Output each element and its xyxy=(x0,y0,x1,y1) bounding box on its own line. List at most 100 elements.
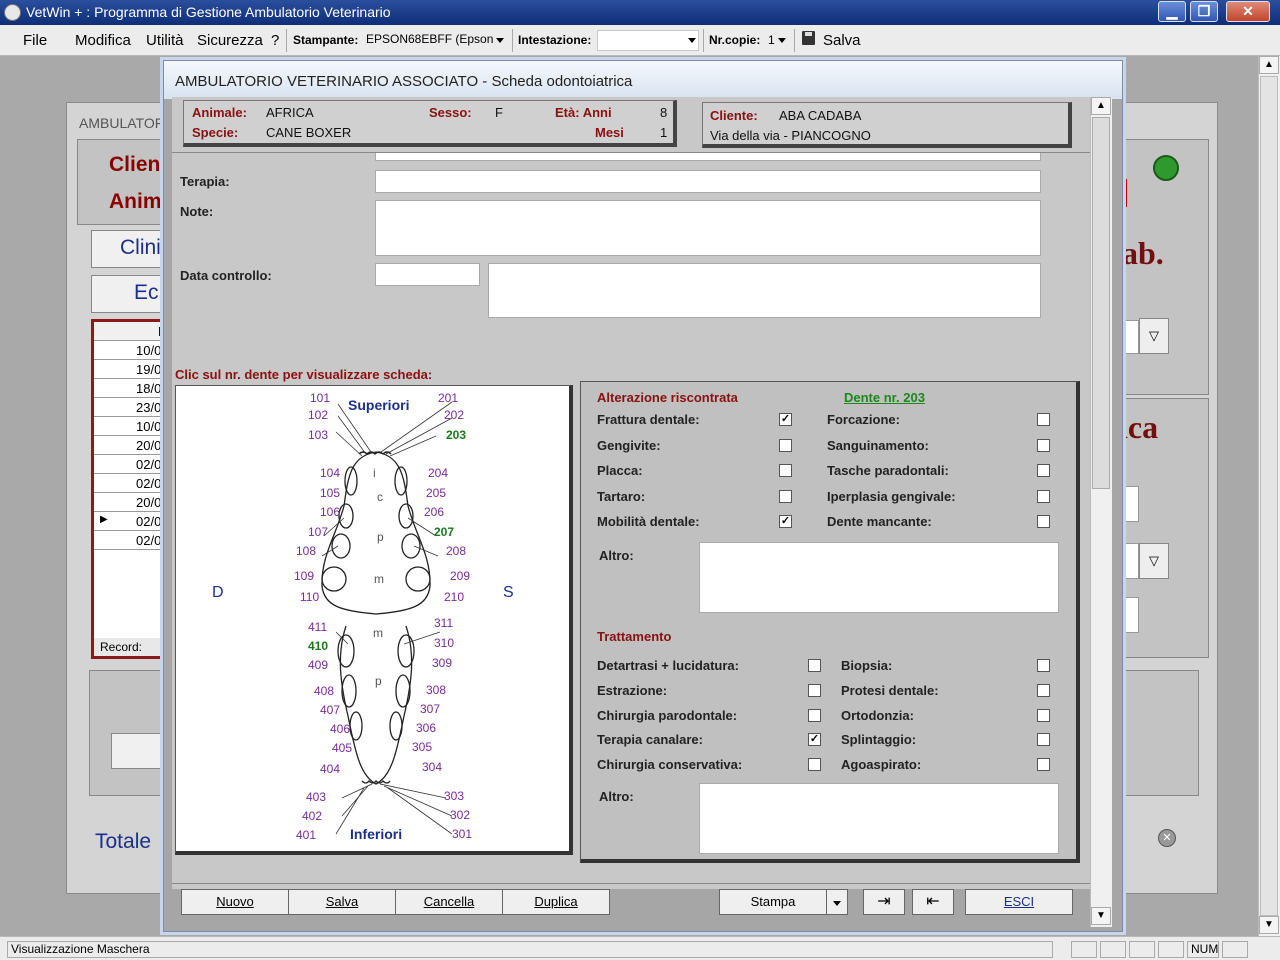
checkbox[interactable] xyxy=(1037,683,1050,697)
table-row[interactable]: 02/0 ▶ xyxy=(94,512,168,531)
tooth-208[interactable]: 208 xyxy=(446,544,466,558)
import-icon[interactable]: ⇤ xyxy=(912,889,954,915)
table-row[interactable]: 19/0 xyxy=(94,360,168,379)
tooth-204[interactable]: 204 xyxy=(428,466,448,480)
tooth-205[interactable]: 205 xyxy=(426,486,446,500)
tooth-310[interactable]: 310 xyxy=(434,636,454,650)
checkbox[interactable] xyxy=(1037,438,1050,452)
tooth-104[interactable]: 104 xyxy=(320,466,340,480)
tooth-408[interactable]: 408 xyxy=(314,684,334,698)
eco-button[interactable]: Ec xyxy=(91,275,171,313)
filter-icon[interactable]: ▽ xyxy=(1139,543,1169,579)
tooth-404[interactable]: 404 xyxy=(320,762,340,776)
nuovo-button[interactable]: Nuovo xyxy=(181,889,289,915)
tooth-411[interactable]: 411 xyxy=(308,620,327,634)
tooth-306[interactable]: 306 xyxy=(416,721,436,735)
checkbox[interactable]: ✓ xyxy=(808,733,821,747)
tooth-402[interactable]: 402 xyxy=(302,809,322,823)
scroll-up-icon[interactable]: ▲ xyxy=(1091,97,1111,115)
menu-modifica[interactable]: Modifica xyxy=(75,32,131,49)
tooth-202[interactable]: 202 xyxy=(444,408,464,422)
background-field[interactable] xyxy=(1123,543,1139,579)
tooth-305[interactable]: 305 xyxy=(412,740,432,754)
table-row[interactable]: 02/0 xyxy=(94,531,168,550)
chevron-down-icon[interactable] xyxy=(778,38,786,43)
copies-value[interactable]: 1 xyxy=(768,33,775,47)
scroll-thumb[interactable] xyxy=(1260,76,1278,916)
scroll-thumb[interactable] xyxy=(1092,117,1110,489)
tooth-209[interactable]: 209 xyxy=(450,569,470,583)
background-field[interactable] xyxy=(1123,597,1139,633)
tooth-108[interactable]: 108 xyxy=(296,544,316,558)
menu-help[interactable]: ? xyxy=(271,32,279,49)
stampa-button[interactable]: Stampa xyxy=(719,889,827,915)
printer-select[interactable]: EPSON68EBFF (Epson xyxy=(363,30,509,51)
tooth-407[interactable]: 407 xyxy=(320,703,340,717)
stampa-dropdown[interactable] xyxy=(826,889,848,915)
tooth-303[interactable]: 303 xyxy=(444,789,464,803)
background-field[interactable] xyxy=(1123,320,1139,354)
checkbox[interactable] xyxy=(808,659,821,672)
save-toolbar-button[interactable]: Salva xyxy=(823,32,861,49)
tooth-309[interactable]: 309 xyxy=(432,656,452,670)
dental-chart[interactable]: Superiori Inferiori D S i c p m m p 101 1… xyxy=(175,385,573,855)
tooth-203[interactable]: 203 xyxy=(446,428,466,442)
visits-grid[interactable]: D 10/019/018/023/010/020/002/002/020/002… xyxy=(91,319,171,659)
tooth-311[interactable]: 311 xyxy=(434,616,453,630)
export-icon[interactable]: ⇥ xyxy=(863,889,905,915)
tooth-210[interactable]: 210 xyxy=(444,590,464,604)
dente-link[interactable]: Dente nr. 203 xyxy=(844,390,925,405)
checkbox[interactable] xyxy=(1037,464,1050,477)
terapia-input[interactable] xyxy=(375,170,1041,193)
restore-button[interactable]: ❐ xyxy=(1190,1,1218,22)
table-row[interactable]: 18/0 xyxy=(94,379,168,398)
checkbox[interactable] xyxy=(808,683,821,697)
esci-button[interactable]: ESCI xyxy=(965,889,1073,915)
tooth-105[interactable]: 105 xyxy=(320,486,340,500)
note-textarea[interactable] xyxy=(375,200,1041,256)
table-row[interactable]: 23/0 xyxy=(94,398,168,417)
tooth-206[interactable]: 206 xyxy=(424,505,444,519)
duplica-button[interactable]: Duplica xyxy=(502,889,610,915)
chevron-down-icon[interactable] xyxy=(688,38,696,43)
background-button[interactable] xyxy=(111,733,171,769)
table-row[interactable]: 10/0 xyxy=(94,341,168,360)
tooth-405[interactable]: 405 xyxy=(332,741,352,755)
tooth-101[interactable]: 101 xyxy=(310,391,330,405)
tooth-307[interactable]: 307 xyxy=(420,702,440,716)
tooth-410[interactable]: 410 xyxy=(308,639,328,653)
checkbox[interactable] xyxy=(779,489,792,503)
alterazione-altro-input[interactable] xyxy=(699,542,1059,613)
dialog-scrollbar[interactable]: ▲ ▼ xyxy=(1090,97,1112,927)
trattamento-altro-input[interactable] xyxy=(699,783,1059,854)
checkbox[interactable] xyxy=(779,438,792,452)
filter-icon[interactable]: ▽ xyxy=(1139,318,1169,354)
checkbox[interactable] xyxy=(1037,733,1050,747)
tooth-201[interactable]: 201 xyxy=(438,391,458,405)
record-navigator[interactable]: Record: xyxy=(94,638,168,656)
data-controllo-notes[interactable] xyxy=(488,263,1041,318)
checkbox[interactable] xyxy=(808,758,821,772)
tooth-207[interactable]: 207 xyxy=(434,525,454,539)
tooth-109[interactable]: 109 xyxy=(294,569,314,583)
minimize-button[interactable]: ▁ xyxy=(1158,1,1186,22)
tooth-406[interactable]: 406 xyxy=(330,722,350,736)
window-scrollbar[interactable]: ▲ ▼ xyxy=(1258,56,1280,936)
header-select[interactable] xyxy=(597,30,699,51)
menu-sicurezza[interactable]: Sicurezza xyxy=(197,32,263,49)
scroll-up-icon[interactable]: ▲ xyxy=(1259,56,1279,74)
checkbox[interactable] xyxy=(1037,708,1050,722)
tooth-302[interactable]: 302 xyxy=(450,808,470,822)
tooth-103[interactable]: 103 xyxy=(308,428,328,442)
menu-utilita[interactable]: Utilità xyxy=(146,32,184,49)
close-window-button[interactable]: ✕ xyxy=(1226,1,1270,22)
chevron-down-icon[interactable] xyxy=(496,38,504,43)
background-field[interactable] xyxy=(1123,486,1139,522)
menu-file[interactable]: File xyxy=(23,32,47,49)
table-row[interactable]: 02/0 xyxy=(94,455,168,474)
scroll-down-icon[interactable]: ▼ xyxy=(1091,907,1111,925)
tooth-403[interactable]: 403 xyxy=(306,790,326,804)
tooth-106[interactable]: 106 xyxy=(320,505,340,519)
tooth-110[interactable]: 110 xyxy=(300,590,319,604)
clinica-button[interactable]: Clinic xyxy=(91,230,171,268)
